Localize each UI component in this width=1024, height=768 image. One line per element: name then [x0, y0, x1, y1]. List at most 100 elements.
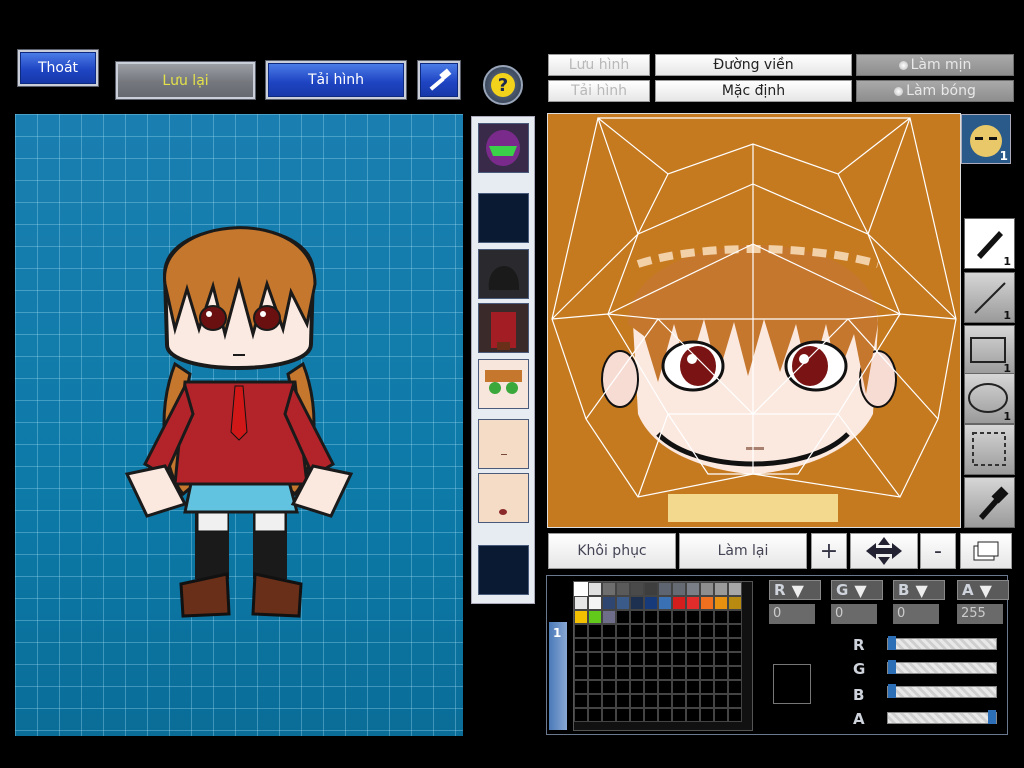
texture-editor-canvas[interactable]	[547, 113, 961, 528]
palette-color-cell[interactable]	[728, 596, 742, 610]
palette-color-cell[interactable]	[714, 652, 728, 666]
b-slider[interactable]	[887, 684, 997, 698]
palette-color-cell[interactable]	[728, 652, 742, 666]
palette-color-cell[interactable]	[672, 652, 686, 666]
palette-color-cell[interactable]	[686, 638, 700, 652]
palette-color-cell[interactable]	[630, 596, 644, 610]
palette-color-cell[interactable]	[714, 610, 728, 624]
palette-color-cell[interactable]	[644, 610, 658, 624]
g-slider[interactable]	[887, 660, 997, 674]
load-image-button[interactable]: Tải hình	[265, 60, 407, 100]
part-slot-helmet[interactable]	[478, 123, 529, 173]
palette-color-cell[interactable]	[700, 596, 714, 610]
palette-color-cell[interactable]	[686, 596, 700, 610]
palette-color-cell[interactable]	[700, 624, 714, 638]
palette-color-cell[interactable]	[644, 694, 658, 708]
palette-color-cell[interactable]	[686, 666, 700, 680]
palette-color-cell[interactable]	[686, 610, 700, 624]
palette-color-cell[interactable]	[714, 680, 728, 694]
palette-color-cell[interactable]	[714, 694, 728, 708]
slider-thumb[interactable]	[988, 710, 996, 724]
layer-button[interactable]	[960, 533, 1012, 569]
part-slot-outfit[interactable]	[478, 303, 529, 353]
palette-color-cell[interactable]	[602, 694, 616, 708]
palette-color-cell[interactable]	[700, 708, 714, 722]
palette-color-cell[interactable]	[588, 652, 602, 666]
palette-color-cell[interactable]	[644, 624, 658, 638]
a-slider[interactable]	[887, 710, 997, 724]
palette-color-cell[interactable]	[686, 708, 700, 722]
palette-color-cell[interactable]	[714, 624, 728, 638]
palette-color-cell[interactable]	[630, 680, 644, 694]
palette-color-cell[interactable]	[574, 638, 588, 652]
palette-color-cell[interactable]	[644, 680, 658, 694]
palette-color-cell[interactable]	[602, 638, 616, 652]
palette-color-cell[interactable]	[602, 666, 616, 680]
palette-color-cell[interactable]	[602, 652, 616, 666]
palette-color-cell[interactable]	[574, 610, 588, 624]
palette-color-cell[interactable]	[700, 652, 714, 666]
a-value-field[interactable]: 255	[957, 604, 1003, 624]
shine-toggle[interactable]: Làm bóng	[856, 80, 1014, 102]
zoom-out-button[interactable]: -	[920, 533, 956, 569]
default-button[interactable]: Mặc định	[655, 80, 852, 102]
restore-button[interactable]: Khôi phục	[548, 533, 676, 569]
palette-color-cell[interactable]	[728, 708, 742, 722]
palette-color-cell[interactable]	[672, 708, 686, 722]
palette-color-cell[interactable]	[616, 624, 630, 638]
palette-color-cell[interactable]	[630, 666, 644, 680]
palette-color-cell[interactable]	[700, 694, 714, 708]
part-slot-empty-2[interactable]	[478, 545, 529, 595]
palette-color-cell[interactable]	[658, 610, 672, 624]
palette-color-cell[interactable]	[616, 582, 630, 596]
palette-color-cell[interactable]	[658, 680, 672, 694]
palette-color-cell[interactable]	[616, 638, 630, 652]
palette-color-cell[interactable]	[658, 694, 672, 708]
palette-color-cell[interactable]	[588, 582, 602, 596]
palette-color-cell[interactable]	[602, 596, 616, 610]
palette-color-cell[interactable]	[714, 666, 728, 680]
palette-color-cell[interactable]	[588, 596, 602, 610]
palette-color-cell[interactable]	[574, 624, 588, 638]
palette-color-cell[interactable]	[658, 666, 672, 680]
palette-color-cell[interactable]	[728, 582, 742, 596]
palette-color-cell[interactable]	[644, 596, 658, 610]
exit-button[interactable]: Thoát	[17, 49, 99, 87]
help-button[interactable]: ?	[483, 65, 523, 105]
tool-settings-button[interactable]	[417, 60, 461, 100]
redo-button[interactable]: Làm lại	[679, 533, 807, 569]
pen-tool[interactable]: 1	[964, 218, 1015, 269]
palette-color-cell[interactable]	[714, 582, 728, 596]
palette-color-cell[interactable]	[672, 638, 686, 652]
slider-thumb[interactable]	[888, 660, 896, 674]
palette-color-cell[interactable]	[602, 582, 616, 596]
palette-color-cell[interactable]	[630, 694, 644, 708]
palette-color-cell[interactable]	[616, 680, 630, 694]
palette-color-cell[interactable]	[644, 666, 658, 680]
part-slot-eyes[interactable]	[478, 359, 529, 409]
character-badge[interactable]: 1	[961, 114, 1011, 164]
part-slot-hair[interactable]	[478, 249, 529, 299]
palette-color-cell[interactable]	[700, 638, 714, 652]
part-slot-face[interactable]	[478, 419, 529, 469]
palette-color-cell[interactable]	[630, 582, 644, 596]
slider-thumb[interactable]	[888, 636, 896, 650]
palette-color-cell[interactable]	[686, 582, 700, 596]
palette-color-cell[interactable]	[728, 666, 742, 680]
palette-color-cell[interactable]	[588, 680, 602, 694]
palette-color-cell[interactable]	[658, 596, 672, 610]
ellipse-tool[interactable]: 1	[964, 373, 1015, 424]
palette-color-cell[interactable]	[616, 694, 630, 708]
palette-color-cell[interactable]	[574, 694, 588, 708]
palette-color-cell[interactable]	[658, 638, 672, 652]
palette-color-cell[interactable]	[616, 652, 630, 666]
palette-color-cell[interactable]	[616, 610, 630, 624]
r-slider[interactable]	[887, 636, 997, 650]
palette-color-cell[interactable]	[616, 666, 630, 680]
r-value-field[interactable]: 0	[769, 604, 815, 624]
palette-color-cell[interactable]	[672, 610, 686, 624]
palette-color-cell[interactable]	[588, 610, 602, 624]
palette-color-cell[interactable]	[672, 596, 686, 610]
palette-color-cell[interactable]	[714, 708, 728, 722]
save-image-button[interactable]: Lưu hình	[548, 54, 650, 76]
